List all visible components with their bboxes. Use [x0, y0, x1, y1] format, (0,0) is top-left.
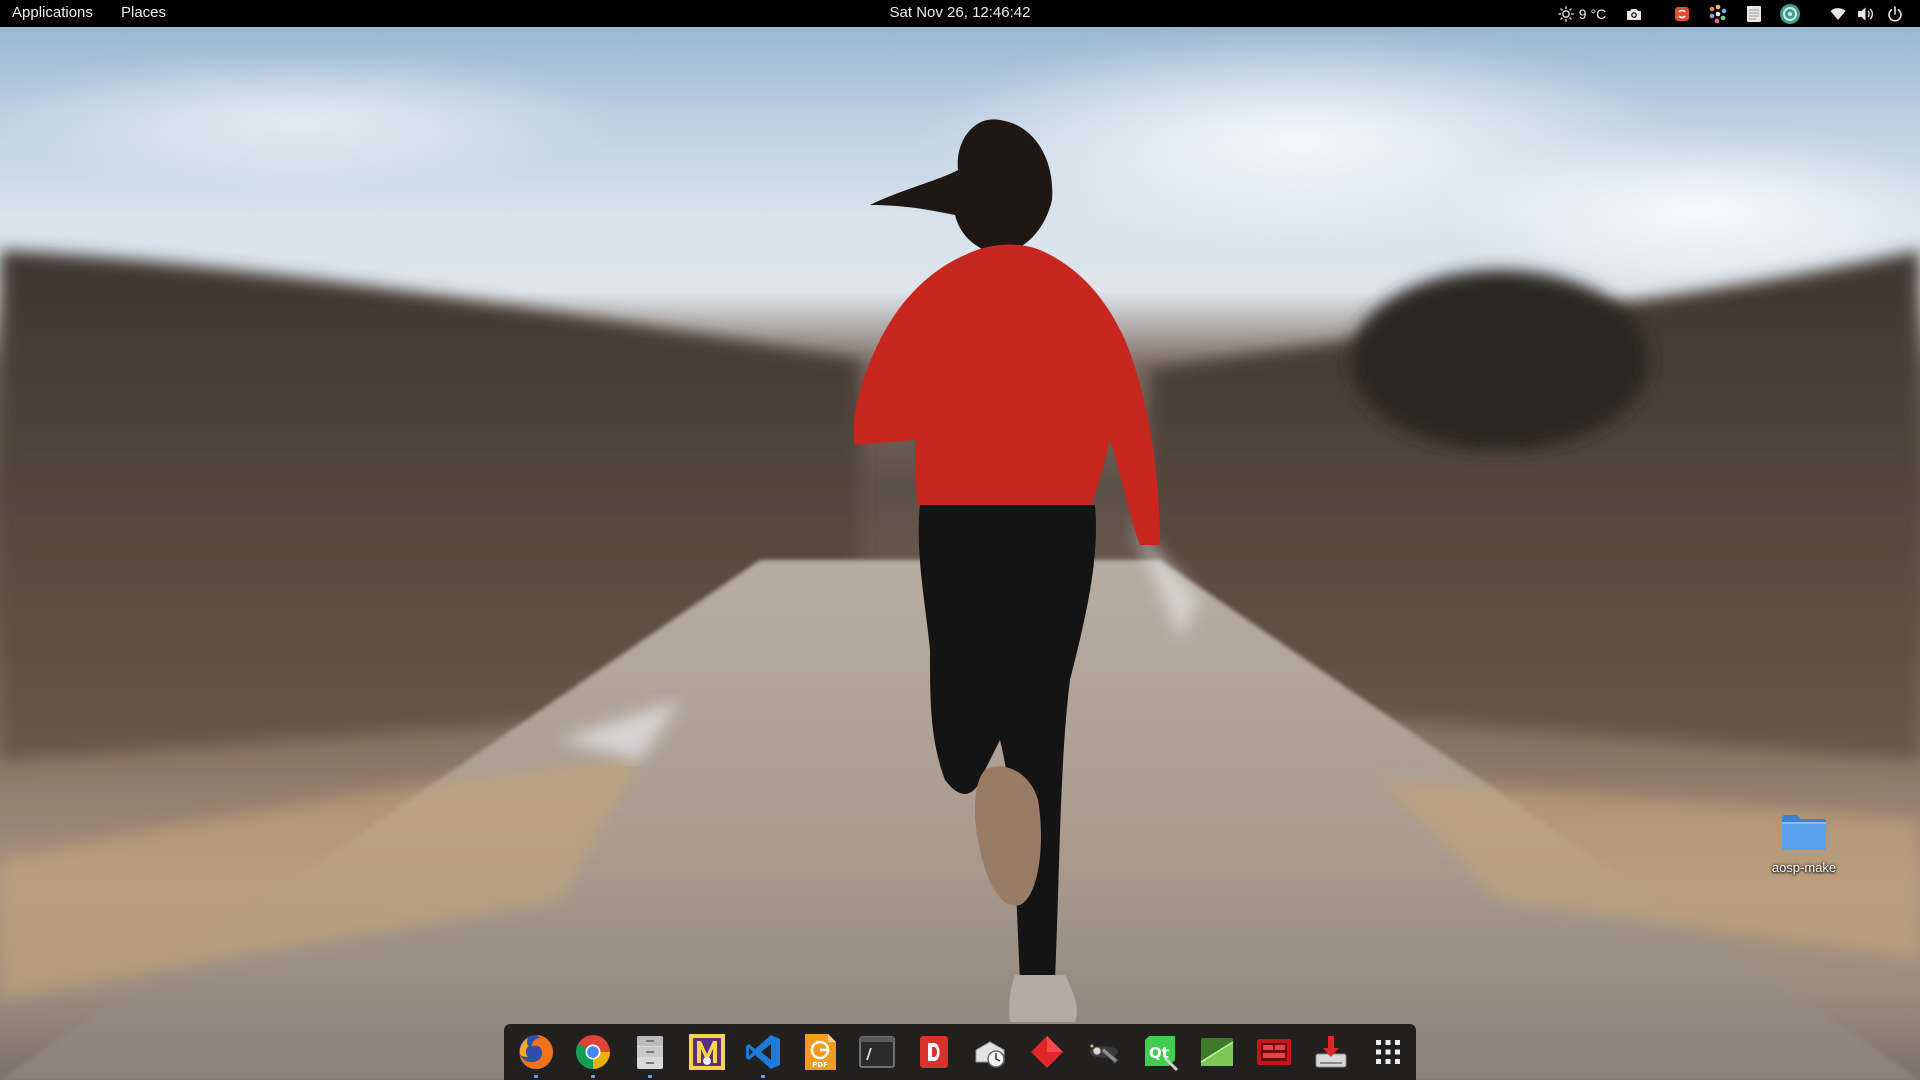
- presenter-icon: [1257, 1039, 1292, 1065]
- files-icon: [636, 1036, 663, 1069]
- tray-dots-indicator[interactable]: [1707, 4, 1729, 23]
- running-indicator: [647, 1075, 652, 1078]
- tray-app-indicator[interactable]: [1672, 4, 1692, 23]
- desktop-wallpaper: [0, 0, 1920, 1080]
- tray-notes-indicator[interactable]: [1744, 4, 1764, 23]
- firefox-icon: [519, 1035, 554, 1069]
- dock-item-git-gui[interactable]: [1019, 1024, 1076, 1080]
- notes-icon: [1747, 5, 1761, 22]
- weather-indicator[interactable]: 9 °C: [1547, 4, 1617, 23]
- camera-icon: [1627, 8, 1641, 20]
- disk-usage-icon: [975, 1041, 1006, 1068]
- system-monitor-icon: [1200, 1038, 1234, 1066]
- desktop-icon-label: aosp-make: [1771, 860, 1837, 875]
- dock-item-vscode[interactable]: [735, 1024, 792, 1080]
- dock-item-files[interactable]: [622, 1024, 679, 1080]
- running-indicator: [591, 1075, 596, 1078]
- tweak-tool-icon: [1089, 1044, 1119, 1064]
- running-indicator: [761, 1075, 766, 1078]
- dock-item-chrome[interactable]: [565, 1024, 622, 1080]
- dock-item-firefox[interactable]: [508, 1024, 565, 1080]
- dict-icon: [919, 1036, 948, 1068]
- dock-item-qt-creator[interactable]: Qt: [1132, 1024, 1189, 1080]
- terminal-icon: [859, 1036, 895, 1068]
- desktop-folder-aosp-make[interactable]: aosp-make: [1760, 810, 1848, 886]
- latex-editor-icon: [688, 1034, 725, 1070]
- screenshot-indicator[interactable]: [1624, 4, 1644, 23]
- dock-item-dict[interactable]: [905, 1024, 962, 1080]
- places-menu[interactable]: Places: [121, 0, 166, 27]
- qt-creator-icon: Qt: [1144, 1036, 1178, 1072]
- dock-item-system-monitor[interactable]: [1189, 1024, 1246, 1080]
- installer-icon: [1315, 1036, 1347, 1068]
- app-grid-icon: [1375, 1040, 1400, 1064]
- dock: PDF Qt: [504, 1024, 1416, 1080]
- clock[interactable]: Sat Nov 26, 12:46:42: [890, 4, 1031, 21]
- system-menu-button[interactable]: [1885, 4, 1905, 23]
- pdf-editor-icon: PDF: [805, 1034, 837, 1070]
- folder-icon: [1782, 815, 1826, 850]
- power-icon: [1888, 5, 1902, 21]
- volume-indicator[interactable]: [1856, 4, 1876, 23]
- colorful-dots-icon: [1709, 4, 1727, 23]
- dock-item-tweak-tool[interactable]: [1076, 1024, 1133, 1080]
- dock-item-disk-usage[interactable]: [962, 1024, 1019, 1080]
- dock-item-installer[interactable]: [1303, 1024, 1360, 1080]
- top-panel: Applications Places Sat Nov 26, 12:46:42…: [0, 0, 1920, 27]
- chrome-icon: [576, 1035, 611, 1069]
- dock-item-pdf-editor[interactable]: PDF: [792, 1024, 849, 1080]
- sync-app-icon: [1780, 3, 1800, 24]
- red-app-icon: [1675, 6, 1689, 21]
- volume-icon: [1858, 7, 1873, 20]
- sun-icon: [1557, 5, 1574, 22]
- diamond-app-icon: [1031, 1036, 1064, 1068]
- vscode-icon: [746, 1035, 781, 1069]
- weather-temperature: 9 °C: [1578, 5, 1607, 22]
- applications-menu[interactable]: Applications: [12, 0, 93, 27]
- running-indicator: [534, 1075, 539, 1078]
- dock-item-presenter[interactable]: [1246, 1024, 1303, 1080]
- tray-sync-indicator[interactable]: [1778, 3, 1802, 24]
- wifi-icon: [1830, 7, 1846, 20]
- dock-item-show-applications[interactable]: [1359, 1024, 1416, 1080]
- dock-item-latex-editor[interactable]: [678, 1024, 735, 1080]
- network-indicator[interactable]: [1828, 4, 1848, 23]
- svg-text:PDF: PDF: [812, 1061, 828, 1069]
- dock-item-terminal[interactable]: [849, 1024, 906, 1080]
